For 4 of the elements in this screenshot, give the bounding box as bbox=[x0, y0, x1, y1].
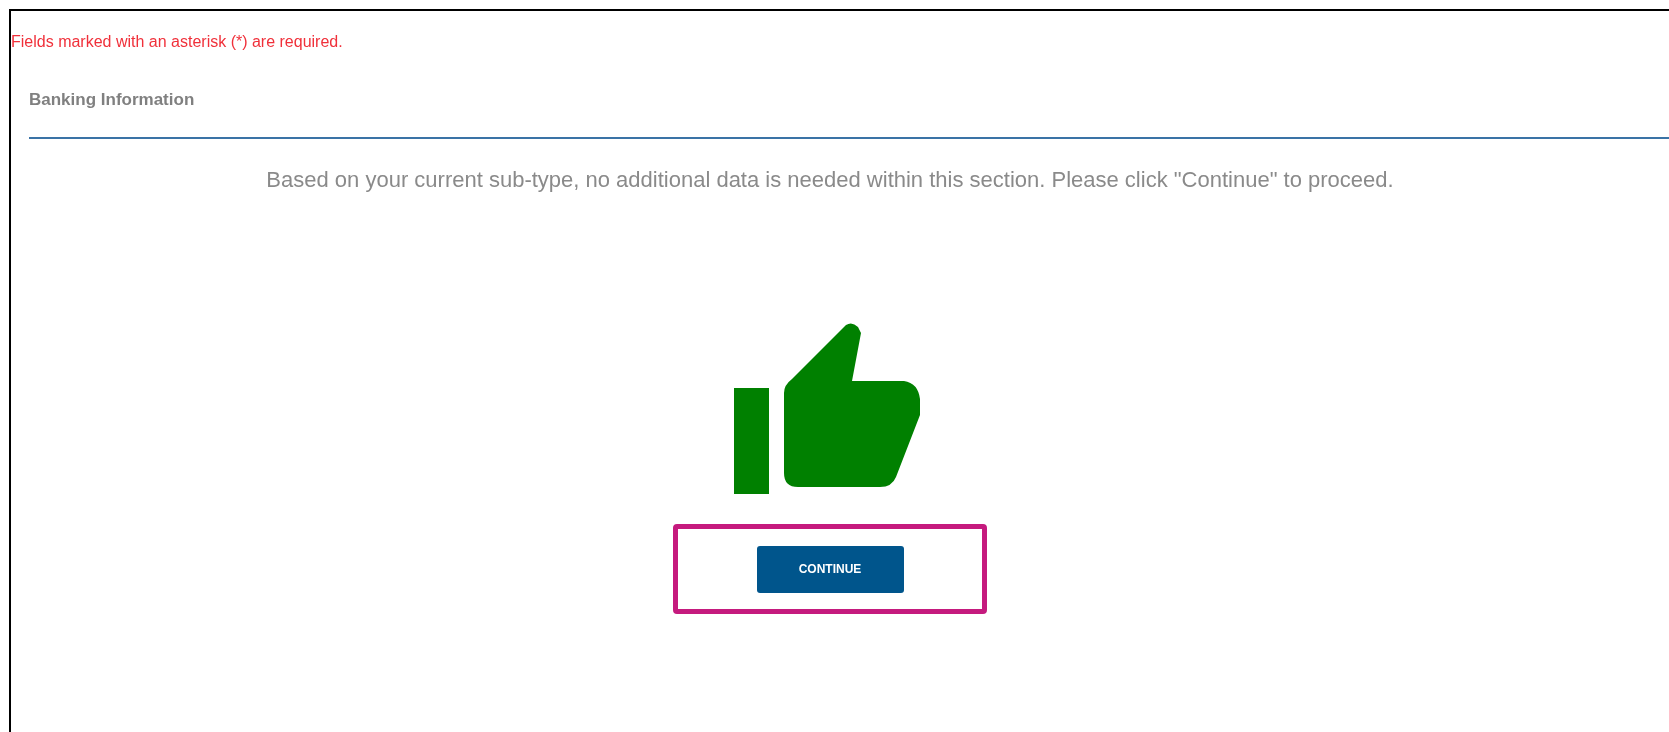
continue-button[interactable]: CONTINUE bbox=[756, 545, 904, 593]
info-message: Based on your current sub-type, no additional data is needed within this section. Please click "Continue" to proceed. bbox=[266, 167, 1395, 193]
required-note: Fields marked with an asterisk (*) are required. bbox=[11, 33, 343, 51]
section-title: Banking Information bbox=[29, 90, 195, 110]
